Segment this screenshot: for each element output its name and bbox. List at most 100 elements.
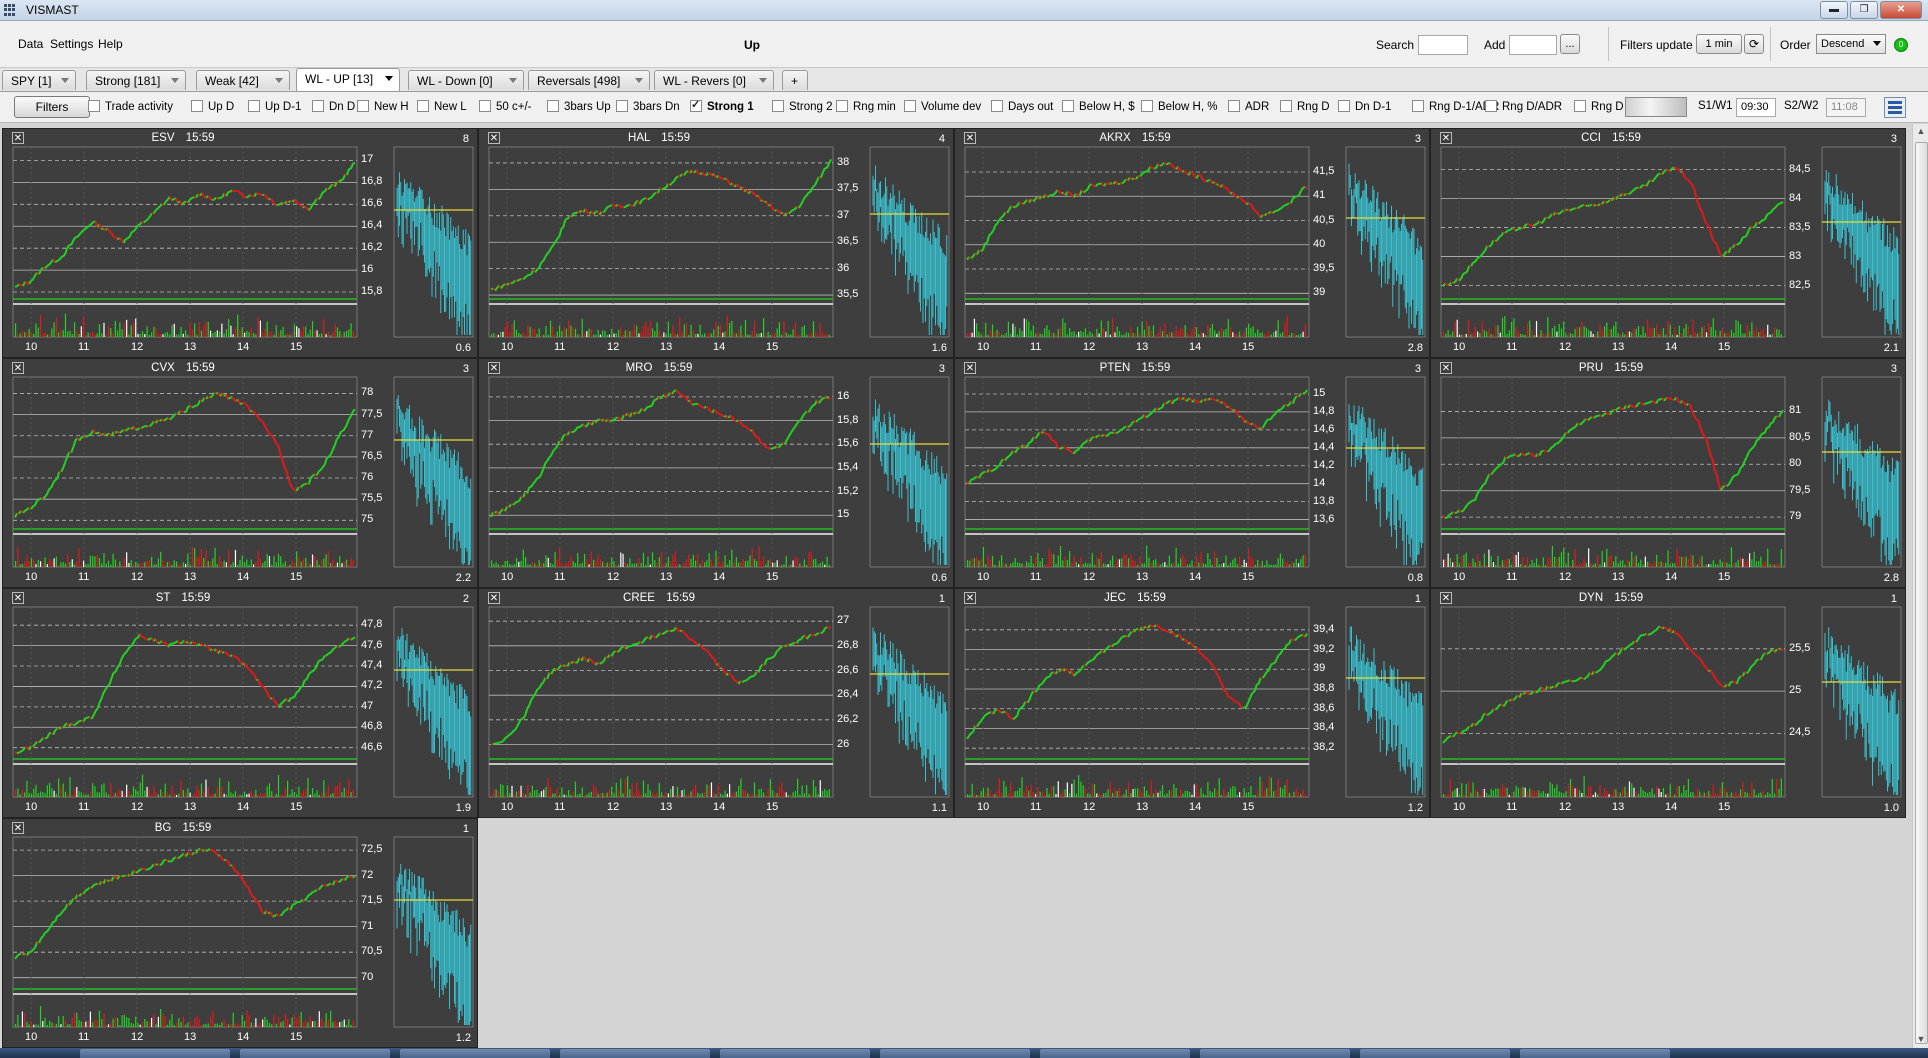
filter-checkbox-up-d[interactable]: Up D	[191, 100, 234, 113]
order-select[interactable]: Descend	[1816, 34, 1886, 54]
price-chart-svg[interactable]	[3, 359, 478, 588]
checkbox-icon[interactable]	[690, 98, 702, 112]
chart-panel-st[interactable]: 47,8 47,6 47,4 47,2 47 46,8 46,6 10 11 12 13 14 15 ✕ S…	[2, 588, 478, 818]
checkbox-icon[interactable]	[1574, 100, 1586, 112]
checkbox-icon[interactable]	[616, 100, 628, 112]
checkbox-icon[interactable]	[1485, 100, 1497, 112]
filter-checkbox-below-h[interactable]: Below H, $	[1062, 100, 1135, 113]
filter-checkbox-3bars-up[interactable]: 3bars Up	[547, 100, 611, 113]
tab-spy[interactable]: SPY [1]	[2, 70, 76, 90]
chart-panel-mro[interactable]: 16 15,8 15,6 15,4 15,2 15 10 11 12 13 14 15 ✕ MRO 15:…	[478, 358, 954, 588]
filter-checkbox-strong-1[interactable]: Strong 1	[690, 98, 754, 113]
filter-checkbox-dn-d-1[interactable]: Dn D-1	[1338, 100, 1391, 113]
filter-checkbox-days-out[interactable]: Days out	[991, 100, 1053, 113]
chart-panel-hal[interactable]: 38 37,5 37 36,5 36 35,5 10 11 12 13 14 15 ✕ HAL 15:59…	[478, 128, 954, 358]
filter-checkbox-rng-d-adr[interactable]: Rng D/ADR	[1485, 100, 1562, 113]
chart-panel-esv[interactable]: 17 16,8 16,6 16,4 16,2 16 15,8 10 11 12 13 14 15 ✕ ESV…	[2, 128, 478, 358]
tab-wl-revers[interactable]: WL - Revers [0]	[654, 70, 774, 90]
add-browse-button[interactable]: ...	[1560, 34, 1580, 54]
checkbox-icon[interactable]	[191, 100, 203, 112]
minimize-button[interactable]: ▬	[1820, 1, 1848, 19]
filter-checkbox-rng-d[interactable]: Rng D	[1280, 100, 1330, 113]
filter-checkbox-up-d-1[interactable]: Up D-1	[248, 100, 301, 113]
checkbox-icon[interactable]	[417, 100, 429, 112]
filter-checkbox-rng-min[interactable]: Rng min	[836, 100, 896, 113]
checkbox-icon[interactable]	[479, 100, 491, 112]
tab-weak[interactable]: Weak [42]	[196, 70, 290, 90]
add-tab-button[interactable]: +	[782, 70, 808, 90]
tab-menu-icon[interactable]	[635, 78, 643, 83]
maximize-button[interactable]: ❐	[1850, 1, 1878, 19]
filter-checkbox-new-h[interactable]: New H	[357, 100, 409, 113]
s2w2-time-input[interactable]: 11:08	[1826, 98, 1866, 117]
refresh-icon[interactable]: ⟳	[1744, 34, 1764, 54]
checkbox-icon[interactable]	[1062, 100, 1074, 112]
tab-menu-icon[interactable]	[759, 78, 767, 83]
checkbox-icon[interactable]	[248, 100, 260, 112]
filter-checkbox-3bars-dn[interactable]: 3bars Dn	[616, 100, 680, 113]
chart-panel-cvx[interactable]: 78 77,5 77 76,5 76 75,5 75 10 11 12 13 14 15 ✕ CVX 15:…	[2, 358, 478, 588]
filter-checkbox-adr[interactable]: ADR	[1228, 100, 1269, 113]
layout-grid-icon[interactable]	[1884, 97, 1906, 118]
tab-wl-up[interactable]: WL - UP [13]	[296, 68, 400, 91]
add-symbol-input[interactable]	[1509, 35, 1557, 55]
price-chart-svg[interactable]	[479, 359, 954, 588]
filters-button[interactable]: Filters	[14, 96, 90, 118]
menu-help[interactable]: Help	[98, 37, 123, 51]
price-chart-svg[interactable]	[955, 129, 1430, 358]
chart-panel-cree[interactable]: 27 26,8 26,6 26,4 26,2 26 10 11 12 13 14 15 ✕ CREE 15…	[478, 588, 954, 818]
tab-reversals[interactable]: Reversals [498]	[528, 70, 650, 90]
tab-wl-down[interactable]: WL - Down [0]	[408, 70, 524, 90]
chart-panel-pru[interactable]: 81 80,5 80 79,5 79 10 11 12 13 14 15 ✕ PRU 15:59 3 2.8	[1430, 358, 1906, 588]
filter-checkbox-trade-activity[interactable]: Trade activity	[88, 100, 173, 113]
price-chart-svg[interactable]	[1431, 589, 1906, 818]
chart-panel-akrx[interactable]: 41,5 41 40,5 40 39,5 39 10 11 12 13 14 15 ✕ AKRX 15:5…	[954, 128, 1430, 358]
window-slider[interactable]	[1625, 97, 1687, 117]
checkbox-icon[interactable]	[357, 100, 369, 112]
filter-checkbox-volume-dev[interactable]: Volume dev	[904, 100, 981, 113]
checkbox-icon[interactable]	[88, 100, 100, 112]
filter-checkbox-rng-d[interactable]: Rng D	[1574, 100, 1624, 113]
price-chart-svg[interactable]	[3, 129, 478, 358]
tab-strong[interactable]: Strong [181]	[86, 70, 186, 90]
checkbox-icon[interactable]	[772, 100, 784, 112]
checkbox-icon[interactable]	[547, 100, 559, 112]
close-window-button[interactable]: ✕	[1880, 1, 1922, 19]
tab-menu-icon[interactable]	[385, 76, 393, 81]
tab-menu-icon[interactable]	[61, 78, 69, 83]
checkbox-icon[interactable]	[904, 100, 916, 112]
chart-panel-jec[interactable]: 39,4 39,2 39 38,8 38,6 38,4 38,2 10 11 12 13 14 15 ✕ J…	[954, 588, 1430, 818]
s1w1-time-input[interactable]: 09:30	[1736, 98, 1776, 117]
filter-checkbox-below-h[interactable]: Below H, %	[1141, 100, 1217, 113]
checkbox-icon[interactable]	[836, 100, 848, 112]
volume-bar	[568, 790, 570, 797]
price-chart-svg[interactable]	[3, 589, 478, 818]
menu-data[interactable]: Data	[18, 37, 43, 51]
search-input[interactable]	[1418, 35, 1468, 55]
chart-panel-pten[interactable]: 15 14,8 14,6 14,4 14,2 14 13,8 13,6 10 11 12 13 14 15…	[954, 358, 1430, 588]
price-chart-svg[interactable]	[955, 589, 1430, 818]
chart-panel-cci[interactable]: 84,5 84 83,5 83 82,5 10 11 12 13 14 15 ✕ CCI 15:59 3 2…	[1430, 128, 1906, 358]
filter-checkbox-strong-2[interactable]: Strong 2	[772, 100, 832, 113]
price-chart-svg[interactable]	[1431, 359, 1906, 588]
menu-settings[interactable]: Settings	[50, 37, 93, 51]
checkbox-icon[interactable]	[1412, 100, 1424, 112]
tab-menu-icon[interactable]	[275, 78, 283, 83]
filter-checkbox-new-l[interactable]: New L	[417, 100, 467, 113]
tab-menu-icon[interactable]	[171, 78, 179, 83]
filters-update-interval-button[interactable]: 1 min	[1696, 34, 1742, 54]
checkbox-icon[interactable]	[1141, 100, 1153, 112]
checkbox-icon[interactable]	[991, 100, 1003, 112]
chart-panel-dyn[interactable]: 25,5 25 24,5 10 11 12 13 14 15 ✕ DYN 15:59 1 1.0	[1430, 588, 1906, 818]
checkbox-icon[interactable]	[1338, 100, 1350, 112]
filter-checkbox-50-c[interactable]: 50 c+/-	[479, 100, 531, 113]
checkbox-icon[interactable]	[312, 100, 324, 112]
checkbox-icon[interactable]	[1280, 100, 1292, 112]
filter-checkbox-dn-d[interactable]: Dn D	[312, 100, 355, 113]
price-chart-svg[interactable]	[479, 589, 954, 818]
tab-menu-icon[interactable]	[509, 78, 517, 83]
checkbox-icon[interactable]	[1228, 100, 1240, 112]
price-chart-svg[interactable]	[479, 129, 954, 358]
price-chart-svg[interactable]	[955, 359, 1430, 588]
price-chart-svg[interactable]	[1431, 129, 1906, 358]
